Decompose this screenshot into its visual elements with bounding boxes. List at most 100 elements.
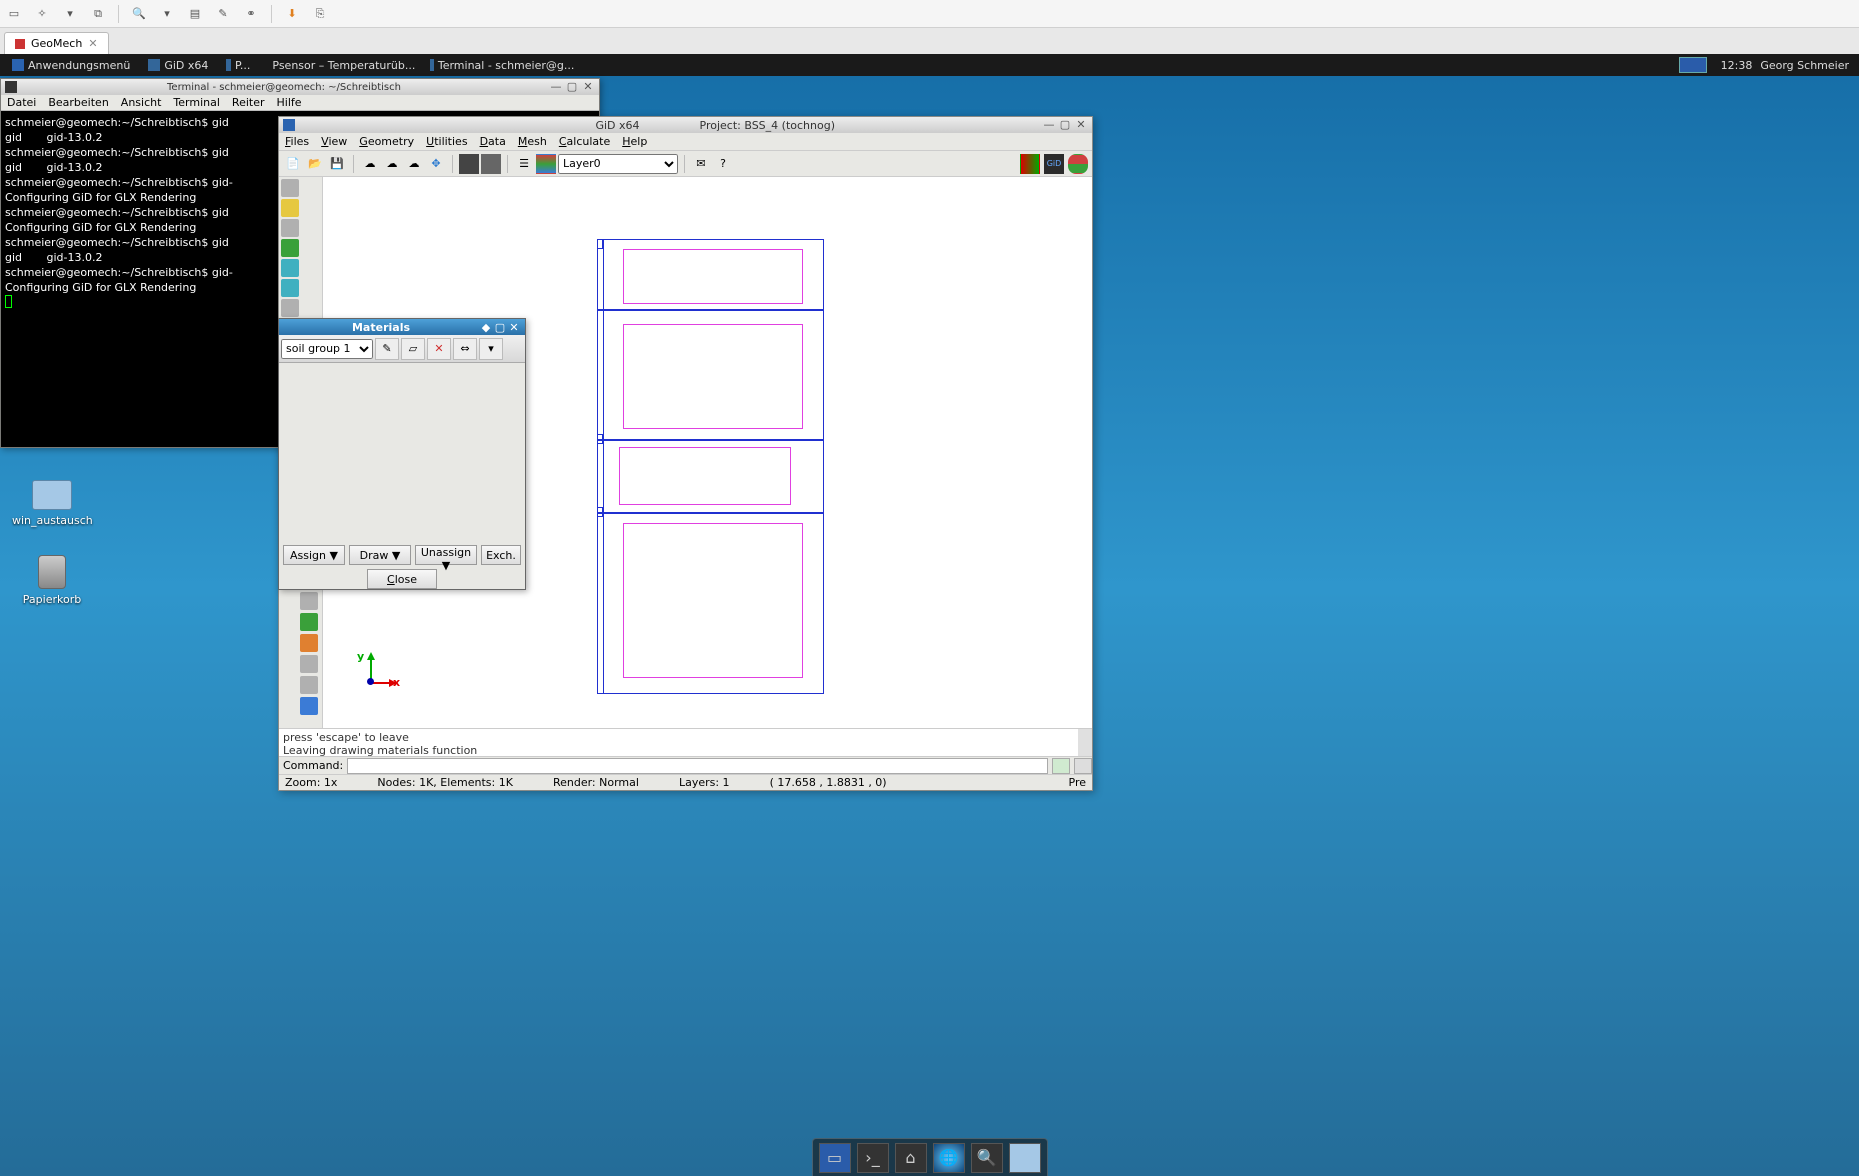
minimize-icon[interactable]: — [549, 81, 563, 93]
close-button[interactable]: Close [367, 569, 437, 589]
scrollbar[interactable] [1078, 729, 1092, 756]
close-icon[interactable]: ✕ [581, 81, 595, 93]
cloud3-icon[interactable]: ☁ [404, 154, 424, 174]
menu-reiter[interactable]: Reiter [232, 96, 265, 109]
pin-icon[interactable]: ◆ [479, 321, 493, 333]
exchange-button[interactable]: Exch. [481, 545, 521, 565]
maximize-icon[interactable]: ▢ [565, 81, 579, 93]
cmd-btn2-icon[interactable] [1074, 758, 1092, 774]
box2-icon[interactable] [281, 279, 299, 297]
tab-close-icon[interactable]: ✕ [88, 37, 97, 50]
menu-mesh[interactable]: Mesh [518, 135, 547, 148]
material-select[interactable]: soil group 1 [281, 339, 373, 359]
unassign-button[interactable]: Unassign ▼ [415, 545, 477, 565]
move-icon[interactable]: ✥ [426, 154, 446, 174]
menu-files[interactable]: Files [285, 135, 309, 148]
cloud1-icon[interactable]: ☁ [360, 154, 380, 174]
menu-datei[interactable]: Datei [7, 96, 36, 109]
close-icon[interactable]: ✕ [1074, 119, 1088, 131]
link-icon[interactable]: ⚭ [241, 4, 261, 24]
menu-ansicht[interactable]: Ansicht [121, 96, 162, 109]
dim-icon[interactable] [281, 299, 299, 317]
print-icon[interactable] [481, 154, 501, 174]
dock-desktop-icon[interactable]: ▭ [819, 1143, 851, 1173]
dock-browser-icon[interactable]: 🌐 [933, 1143, 965, 1173]
layer-select[interactable]: Layer0 [558, 154, 678, 174]
dock-terminal-icon[interactable]: ›_ [857, 1143, 889, 1173]
materials-titlebar[interactable]: Materials ◆ ▢ ✕ [279, 319, 525, 335]
menu-data[interactable]: Data [480, 135, 506, 148]
menu-bearbeiten[interactable]: Bearbeiten [48, 96, 108, 109]
menu-calculate[interactable]: Calculate [559, 135, 610, 148]
maximize-icon[interactable]: ▢ [1058, 119, 1072, 131]
new-icon[interactable]: ▭ [4, 4, 24, 24]
tab-geomech[interactable]: GeoMech ✕ [4, 32, 109, 54]
tri-icon[interactable] [300, 655, 318, 673]
list-icon[interactable]: ☰ [514, 154, 534, 174]
letter-icon[interactable]: ✉ [691, 154, 711, 174]
camera-icon[interactable] [459, 154, 479, 174]
menu-hilfe[interactable]: Hilfe [277, 96, 302, 109]
separator [118, 5, 119, 23]
terminal-titlebar[interactable]: Terminal - schmeier@geomech: ~/Schreibti… [1, 79, 599, 95]
switch-icon[interactable] [1068, 154, 1088, 174]
dropdown-icon[interactable]: ▾ [60, 4, 80, 24]
desktop-folder[interactable]: win_austausch [12, 480, 92, 527]
import-icon[interactable]: ▾ [479, 338, 503, 360]
gid-titlebar[interactable]: GiD x64 Project: BSS_4 (tochnog) — ▢ ✕ [279, 117, 1092, 133]
task-gid[interactable]: GiD x64 [140, 57, 216, 74]
menu-terminal[interactable]: Terminal [173, 96, 220, 109]
dock-home-icon[interactable]: ⌂ [895, 1143, 927, 1173]
info-icon[interactable] [300, 697, 318, 715]
gid-logo-icon[interactable]: GiD [1044, 154, 1064, 174]
eraser-icon[interactable] [300, 634, 318, 652]
task-p[interactable]: P... [218, 57, 258, 74]
assign-button[interactable]: Assign ▼ [283, 545, 345, 565]
cloud2-icon[interactable]: ☁ [382, 154, 402, 174]
xy-icon[interactable] [300, 676, 318, 694]
download-icon[interactable]: ⬇ [282, 4, 302, 24]
open-icon[interactable]: 📂 [305, 154, 325, 174]
save-icon[interactable]: 💾 [327, 154, 347, 174]
menu-utilities[interactable]: Utilities [426, 135, 467, 148]
dropdown2-icon[interactable]: ▾ [157, 4, 177, 24]
user-label[interactable]: Georg Schmeier [1760, 59, 1849, 72]
edit-icon[interactable]: ✎ [375, 338, 399, 360]
light-icon[interactable] [281, 219, 299, 237]
dock-search-icon[interactable]: 🔍 [971, 1143, 1003, 1173]
help-icon[interactable]: ? [713, 154, 733, 174]
dock-folder-icon[interactable] [1009, 1143, 1041, 1173]
new-icon[interactable]: 📄 [283, 154, 303, 174]
box-icon[interactable] [281, 259, 299, 277]
menu-help[interactable]: Help [622, 135, 647, 148]
ruler-icon[interactable]: ▤ [185, 4, 205, 24]
prepost-icon[interactable] [1020, 154, 1040, 174]
delete-icon[interactable]: ✕ [427, 338, 451, 360]
expand-icon[interactable]: ⇔ [453, 338, 477, 360]
layers-icon[interactable] [536, 154, 556, 174]
desktop-trash[interactable]: Papierkorb [12, 555, 92, 606]
task-terminal[interactable]: Terminal - schmeier@g... [422, 57, 582, 74]
workspace-switcher-icon[interactable] [1679, 57, 1707, 73]
close-icon[interactable]: ✕ [507, 321, 521, 333]
copy-icon[interactable]: ⧉ [88, 4, 108, 24]
minimize-icon[interactable]: — [1042, 119, 1056, 131]
brush-icon[interactable] [300, 613, 318, 631]
wand2-icon[interactable]: ✎ [213, 4, 233, 24]
recycle-icon[interactable] [281, 239, 299, 257]
menu-geometry[interactable]: Geometry [359, 135, 414, 148]
command-input[interactable] [347, 758, 1048, 774]
cmd-btn1-icon[interactable] [1052, 758, 1070, 774]
axes-icon[interactable] [300, 592, 318, 610]
app-menu[interactable]: Anwendungsmenü [4, 57, 138, 74]
plug-icon[interactable]: ⎘ [310, 4, 330, 24]
zoom-in-icon[interactable] [281, 179, 299, 197]
draw-button[interactable]: Draw ▼ [349, 545, 411, 565]
zoom-icon[interactable]: 🔍 [129, 4, 149, 24]
task-psensor[interactable]: Psensor – Temperaturüb... [260, 57, 420, 74]
maximize-icon[interactable]: ▢ [493, 321, 507, 333]
wand-icon[interactable]: ✧ [32, 4, 52, 24]
new-material-icon[interactable]: ▱ [401, 338, 425, 360]
tool-icon[interactable] [281, 199, 299, 217]
menu-view[interactable]: View [321, 135, 347, 148]
